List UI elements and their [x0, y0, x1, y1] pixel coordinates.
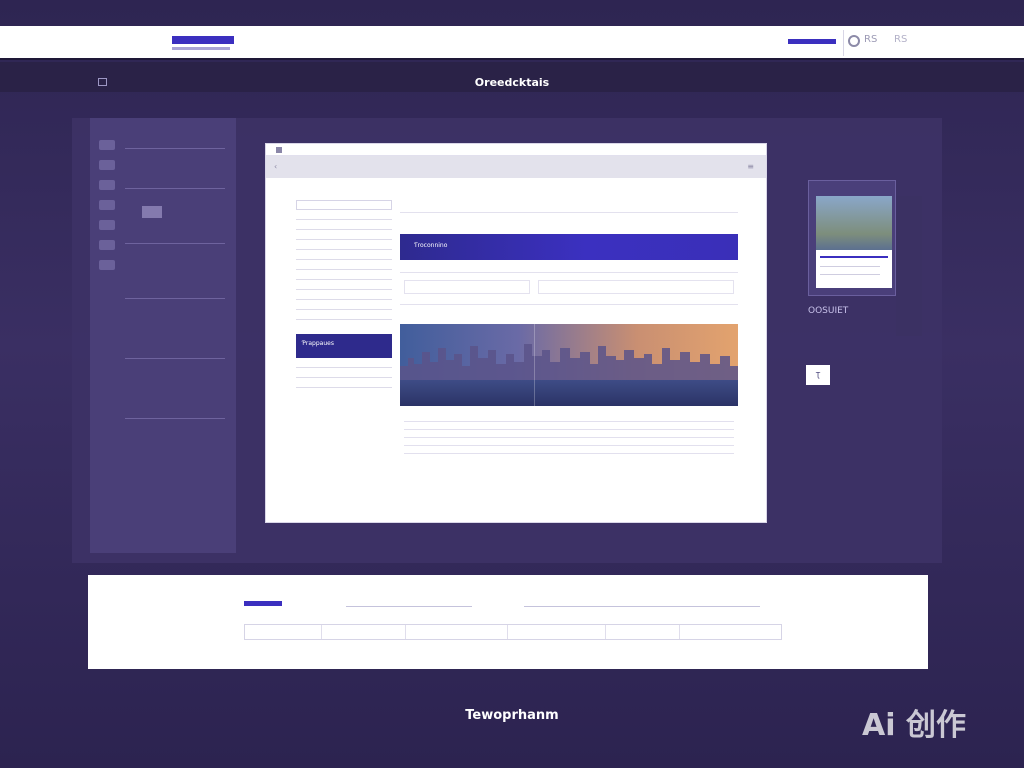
menu-icon[interactable]: ≡	[747, 162, 754, 171]
rail-icon[interactable]	[99, 180, 115, 190]
bottom-input-field[interactable]	[244, 624, 782, 640]
watermark: Ai 创作	[862, 708, 966, 743]
preview-screen[interactable]	[816, 196, 892, 288]
sidebar-item[interactable]	[296, 387, 392, 388]
rail-divider	[125, 358, 225, 359]
nav-active-indicator[interactable]	[788, 39, 836, 44]
content-divider	[400, 304, 738, 305]
article-right	[538, 414, 734, 461]
bottom-accent-bar[interactable]	[244, 601, 282, 606]
rail-divider	[125, 243, 225, 244]
preview-line	[820, 266, 880, 267]
preview-caption: OOSUIET	[808, 306, 849, 316]
rail-icon[interactable]	[99, 140, 115, 150]
title-band: Oreedcktais	[0, 62, 1024, 92]
top-navigation-bar: RS RS	[0, 26, 1024, 60]
field-separator	[405, 625, 406, 639]
image-divider	[534, 324, 535, 406]
hero-banner[interactable]: Ƭroconnino	[400, 234, 738, 260]
sidebar-item[interactable]	[296, 289, 392, 290]
nav-divider	[843, 30, 844, 56]
content-card[interactable]	[404, 280, 530, 294]
user-label[interactable]: RS	[894, 34, 907, 45]
field-separator	[321, 625, 322, 639]
sidebar-item[interactable]	[296, 299, 392, 300]
article-line	[538, 429, 734, 430]
bottom-panel	[88, 575, 928, 669]
rail-divider	[125, 418, 225, 419]
sidebar-item-active[interactable]: Ƥrappaues	[296, 334, 392, 358]
article-line	[538, 421, 734, 422]
field-separator	[679, 625, 680, 639]
sidebar-item[interactable]	[296, 219, 392, 220]
field-separator	[507, 625, 508, 639]
sidebar-item[interactable]	[296, 269, 392, 270]
window-sidebar: Ƥrappaues	[296, 200, 392, 450]
back-arrow-icon[interactable]: ‹	[274, 162, 277, 171]
rail-icon[interactable]	[99, 260, 115, 270]
sidebar-item[interactable]	[296, 259, 392, 260]
article-line	[538, 453, 734, 454]
hero-label: Ƭroconnino	[414, 242, 448, 249]
rail-icon[interactable]	[99, 160, 115, 170]
content-header-line	[400, 212, 738, 213]
small-action-button[interactable]: Ʈ	[806, 365, 830, 385]
water-reflection	[400, 380, 738, 406]
sidebar-item[interactable]	[296, 279, 392, 280]
brand-logo-bar[interactable]	[172, 36, 234, 44]
preview-thumbnail	[816, 196, 892, 250]
preview-line	[820, 274, 880, 275]
language-label[interactable]: RS	[864, 34, 877, 45]
bottom-thin-line	[346, 606, 472, 607]
main-window: ‹ ≡ Ƥrappaues Ƭroconnino	[265, 143, 767, 523]
sidebar-item[interactable]	[296, 377, 392, 378]
sidebar-search-input[interactable]	[296, 200, 392, 210]
rail-thumbnail[interactable]	[142, 206, 162, 218]
right-strip	[896, 196, 922, 336]
left-sidebar	[90, 118, 236, 553]
sidebar-active-label: Ƥrappaues	[302, 340, 334, 347]
content-divider	[400, 272, 738, 273]
sidebar-item[interactable]	[296, 319, 392, 320]
preview-accent-bar	[820, 256, 888, 258]
rail-icon-column	[96, 130, 118, 310]
rail-icon[interactable]	[99, 220, 115, 230]
rail-icon[interactable]	[99, 240, 115, 250]
article-line	[538, 445, 734, 446]
bottom-thin-line	[524, 606, 760, 607]
city-skyline-image	[400, 324, 738, 406]
rail-divider	[125, 298, 225, 299]
sidebar-item[interactable]	[296, 229, 392, 230]
sidebar-item[interactable]	[296, 309, 392, 310]
rail-icon[interactable]	[99, 200, 115, 210]
close-icon[interactable]	[276, 147, 282, 153]
sidebar-item[interactable]	[296, 249, 392, 250]
skyline-silhouette	[400, 344, 738, 386]
rail-divider	[125, 148, 225, 149]
article-line	[538, 437, 734, 438]
window-chrome	[266, 144, 766, 156]
brand-subline	[172, 47, 230, 50]
sidebar-item[interactable]	[296, 367, 392, 368]
rail-divider	[125, 188, 225, 189]
globe-icon[interactable]	[848, 35, 860, 47]
sidebar-item[interactable]	[296, 239, 392, 240]
window-toolbar: ‹ ≡	[266, 156, 766, 178]
field-separator	[605, 625, 606, 639]
page-title: Oreedcktais	[474, 76, 550, 89]
content-card[interactable]	[538, 280, 734, 294]
